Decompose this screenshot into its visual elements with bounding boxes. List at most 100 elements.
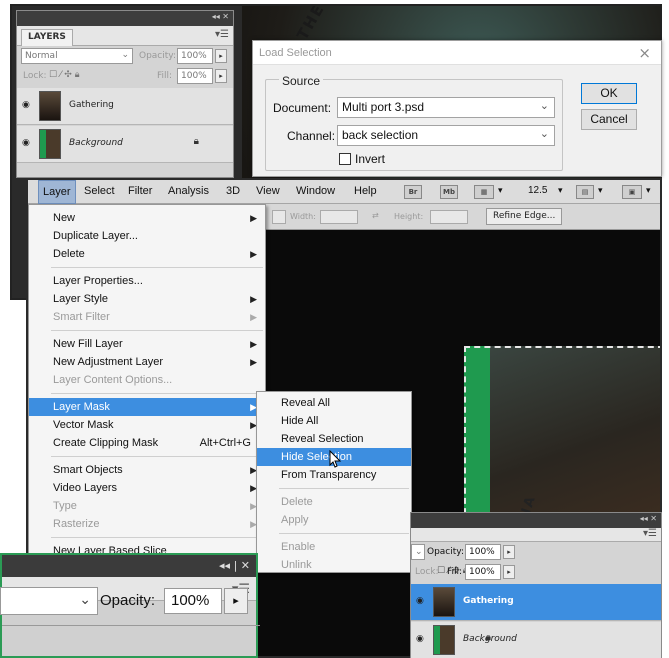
menu-item-vector-mask[interactable]: Vector Mask ▶ <box>29 416 265 434</box>
chevron-down-icon[interactable]: ▾ <box>598 185 603 196</box>
source-group-label: Source <box>279 74 324 88</box>
menu-item-label: Rasterize <box>53 518 100 530</box>
menu-analysis[interactable]: Analysis <box>168 185 209 197</box>
opacity-arrow-button[interactable]: ▸ <box>215 49 227 63</box>
menu-view[interactable]: View <box>256 185 280 197</box>
document-select[interactable]: Multi port 3.psd ⌄ <box>337 97 555 118</box>
style-dropdown[interactable] <box>272 210 286 224</box>
menu-item-layer-style[interactable]: Layer Style ▶ <box>29 290 265 308</box>
layer-name: Gathering <box>463 596 514 606</box>
layers-panel: ◂◂ ✕ LAYERS ▾☰ Normal ⌄ Opacity: 100% ▸ … <box>16 10 234 178</box>
width-field[interactable] <box>320 210 358 224</box>
tab-layers[interactable]: LAYERS <box>21 29 73 46</box>
eye-icon[interactable]: ◉ <box>416 634 428 644</box>
menu-item-video-layers[interactable]: Video Layers ▶ <box>29 479 265 497</box>
channel-value: back selection <box>342 128 419 142</box>
menu-item-label: Layer Properties... <box>53 275 143 287</box>
menu-item-create-clipping-mask[interactable]: Create Clipping Mask Alt+Ctrl+G <box>29 434 265 452</box>
layer-menu: New ▶ Duplicate Layer... Delete ▶ Layer Prope… <box>28 204 266 558</box>
lock-row: Lock: ☐ ⁄ ✣ 🔒︎ Fill: 100% ▸ <box>411 562 661 582</box>
opacity-field[interactable]: 100% <box>164 588 222 614</box>
cancel-button[interactable]: Cancel <box>581 109 637 130</box>
cursor-icon <box>329 450 342 468</box>
opacity-field[interactable]: 100% <box>465 544 501 560</box>
menu-item-layer-mask[interactable]: Layer Mask ▶ <box>29 398 265 416</box>
panel-divider <box>2 625 260 626</box>
menu-separator <box>279 533 409 534</box>
menu-help[interactable]: Help <box>354 185 377 197</box>
panel-titlebar[interactable]: ◂◂ ✕ <box>411 513 661 528</box>
menu-item-reveal-all[interactable]: Reveal All <box>257 394 411 412</box>
refine-edge-button[interactable]: Refine Edge... <box>486 208 563 225</box>
layer-row-background[interactable]: ◉ Background 🔒︎ <box>17 126 233 163</box>
load-selection-dialog: Load Selection × Source Document: Multi … <box>252 40 662 177</box>
opacity-label: Opacity: <box>139 51 176 61</box>
menu-layer[interactable]: Layer <box>38 180 76 204</box>
layer-row-gathering[interactable]: ◉ Gathering <box>411 584 661 621</box>
layer-name: Background <box>69 138 123 148</box>
menu-item-hide-all[interactable]: Hide All <box>257 412 411 430</box>
layer-thumbnail <box>39 91 61 121</box>
menu-item-smart-objects[interactable]: Smart Objects ▶ <box>29 461 265 479</box>
channel-select[interactable]: back selection ⌄ <box>337 125 555 146</box>
collapse-icon[interactable]: ◂◂ ✕ <box>640 514 657 523</box>
eye-icon[interactable]: ◉ <box>22 138 34 148</box>
blend-mode-select[interactable]: ⌄ <box>0 587 98 615</box>
layer-row-gathering[interactable]: ◉ Gathering <box>17 88 233 125</box>
fill-field[interactable]: 100% <box>465 564 501 580</box>
panel-titlebar[interactable]: ◂◂ | ✕ <box>2 555 256 577</box>
screen-mode-icon[interactable]: ▣ <box>622 185 642 199</box>
menu-bar: Layer Select Filter Analysis 3D View Win… <box>28 180 660 204</box>
bridge-icon[interactable]: Br <box>404 185 422 199</box>
menu-select[interactable]: Select <box>84 185 115 197</box>
eye-icon[interactable]: ◉ <box>22 100 34 110</box>
dialog-titlebar[interactable]: Load Selection × <box>253 41 661 65</box>
menu-item-duplicate-layer[interactable]: Duplicate Layer... <box>29 227 265 245</box>
menu-item-new-adjustment-layer[interactable]: New Adjustment Layer ▶ <box>29 353 265 371</box>
opacity-field[interactable]: 100% <box>177 48 213 64</box>
collapse-icon[interactable]: ◂◂ ✕ <box>212 12 229 21</box>
menu-item-new[interactable]: New ▶ <box>29 209 265 227</box>
lock-icons[interactable]: ☐ ⁄ ✣ 🔒︎ <box>49 70 79 80</box>
height-field[interactable] <box>430 210 468 224</box>
panel-titlebar[interactable]: ◂◂ ✕ <box>17 11 233 26</box>
opacity-row: ⌄ Opacity: 100% ▸ <box>411 542 661 562</box>
menu-item-label: Delete <box>53 248 85 260</box>
panel-menu-icon[interactable]: ▾☰ <box>643 528 657 539</box>
menu-item-layer-properties[interactable]: Layer Properties... <box>29 272 265 290</box>
menu-item-label: From Transparency <box>281 469 377 481</box>
menu-window[interactable]: Window <box>296 185 335 197</box>
menu-item-reveal-selection[interactable]: Reveal Selection <box>257 430 411 448</box>
menu-item-label: New Adjustment Layer <box>53 356 164 368</box>
fill-arrow-button[interactable]: ▸ <box>215 69 227 83</box>
panel-menu-icon[interactable]: ▾☰ <box>215 29 229 40</box>
fill-field[interactable]: 100% <box>177 68 213 84</box>
chevron-down-icon[interactable]: ▾ <box>498 185 503 196</box>
arrange-icon[interactable]: ▤ <box>576 185 594 199</box>
opacity-arrow-button[interactable]: ▸ <box>224 588 248 614</box>
blend-mode-select[interactable]: Normal ⌄ <box>21 48 133 64</box>
menu-separator <box>51 267 263 268</box>
chevron-down-icon[interactable]: ▾ <box>558 185 563 196</box>
close-icon[interactable]: × <box>638 44 651 62</box>
chevron-down-icon[interactable]: ▾ <box>646 185 651 196</box>
layer-row-background[interactable]: ◉ Background 🔒︎ <box>411 622 661 658</box>
opacity-arrow-button[interactable]: ▸ <box>503 545 515 559</box>
collapse-icon[interactable]: ◂◂ | ✕ <box>219 559 250 572</box>
swap-icon[interactable]: ⇄ <box>372 211 379 220</box>
lock-row: Lock: ☐ ⁄ ✣ 🔒︎ Fill: 100% ▸ <box>17 66 233 86</box>
menu-item-label: Hide All <box>281 415 319 427</box>
blend-mode-select[interactable]: ⌄ <box>411 544 425 560</box>
menu-item-delete[interactable]: Delete ▶ <box>29 245 265 263</box>
submenu-arrow-icon: ▶ <box>250 249 257 259</box>
menu-3d[interactable]: 3D <box>226 185 240 197</box>
menu-item-new-fill-layer[interactable]: New Fill Layer ▶ <box>29 335 265 353</box>
fill-arrow-button[interactable]: ▸ <box>503 565 515 579</box>
ok-button[interactable]: OK <box>581 83 637 104</box>
invert-checkbox[interactable] <box>339 153 351 165</box>
guides-icon[interactable]: ▦ <box>474 185 494 199</box>
zoom-level[interactable]: 12.5 <box>528 185 547 196</box>
eye-icon[interactable]: ◉ <box>416 596 428 606</box>
mini-bridge-icon[interactable]: Mb <box>440 185 458 199</box>
menu-filter[interactable]: Filter <box>128 185 152 197</box>
